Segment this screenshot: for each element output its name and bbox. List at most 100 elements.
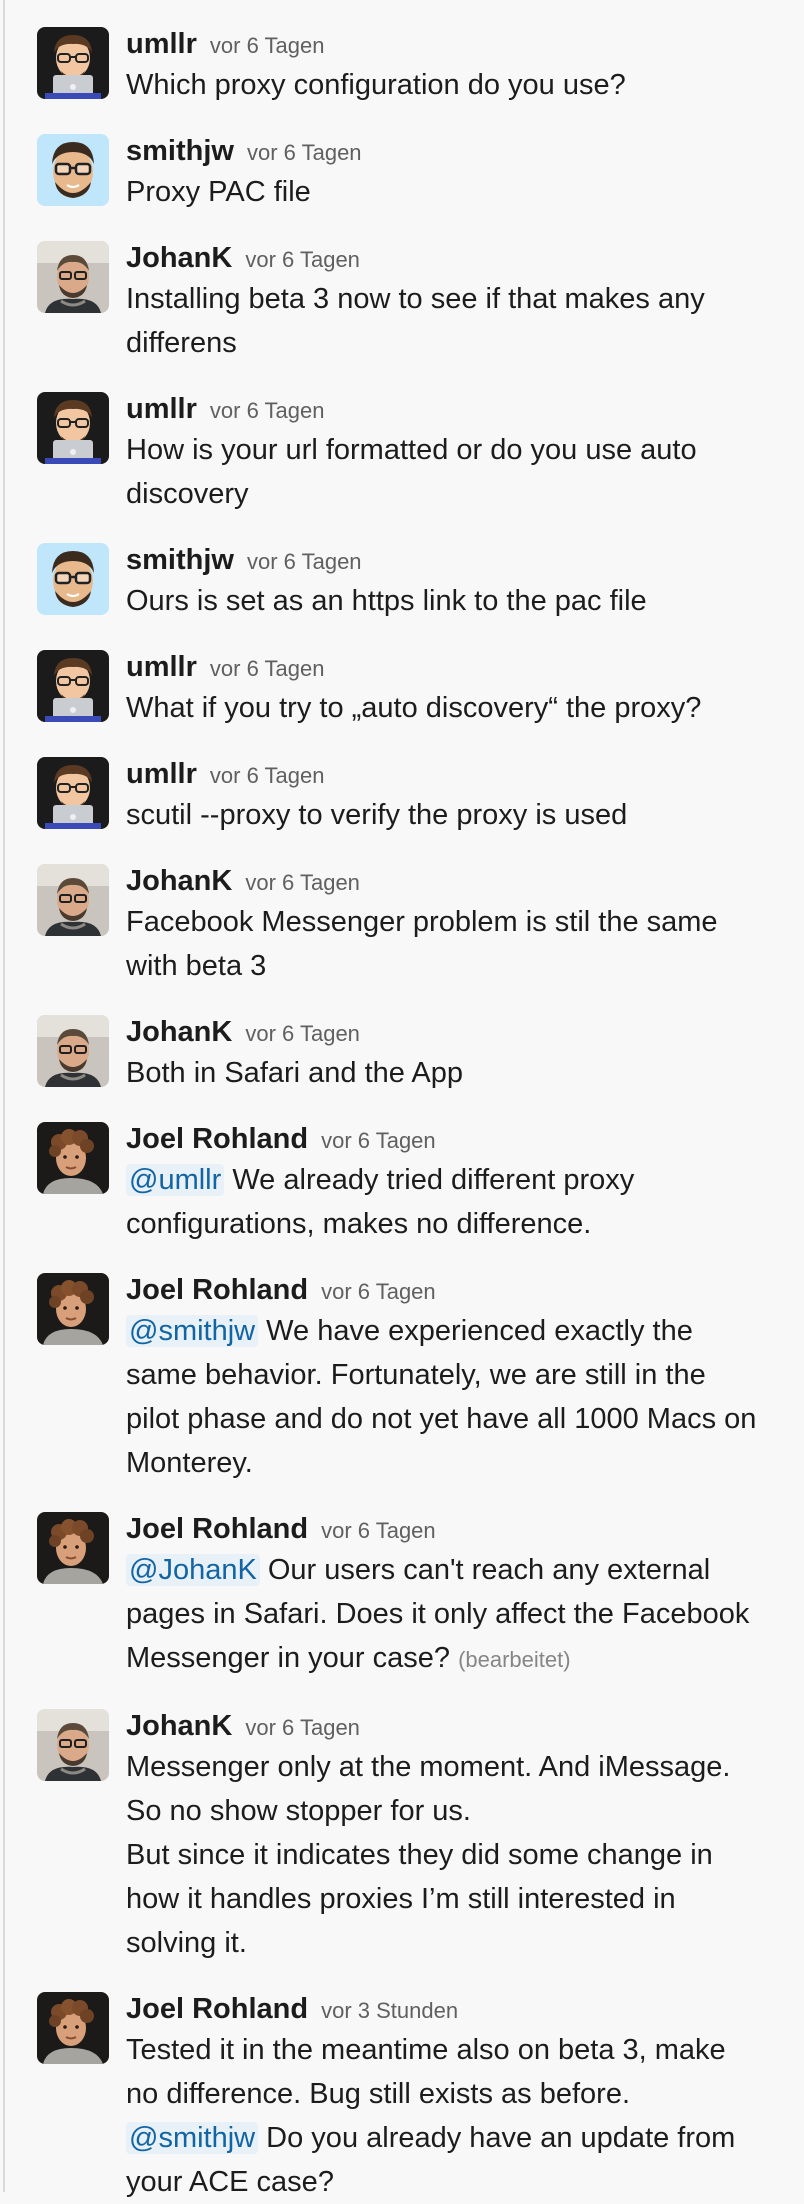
message-body: Joel Rohland vor 6 Tagen @umllr We already… (126, 1095, 784, 1246)
message-timestamp[interactable]: vor 6 Tagen (247, 140, 362, 165)
message-timestamp[interactable]: vor 6 Tagen (210, 763, 325, 788)
message-timestamp[interactable]: vor 6 Tagen (245, 1715, 360, 1740)
message-text: Facebook Messenger problem is stil the s… (126, 906, 718, 938)
message-item[interactable]: Joel Rohland vor 6 Tagen @smithjw We have … (0, 1246, 804, 1485)
avatar[interactable] (37, 864, 109, 936)
avatar[interactable] (37, 757, 109, 829)
author-name[interactable]: smithjw (126, 135, 234, 167)
user-mention[interactable]: @umllr (126, 1164, 225, 1196)
message-text: Which proxy configuration do you use? (126, 69, 626, 101)
message-item[interactable]: JohanK vor 6 Tagen Facebook Messenger prob… (0, 837, 804, 988)
avatar[interactable] (37, 650, 109, 722)
avatar[interactable] (37, 27, 109, 99)
message-timestamp[interactable]: vor 6 Tagen (210, 398, 325, 423)
message-text: discovery (126, 478, 249, 510)
message-timestamp[interactable]: vor 6 Tagen (247, 549, 362, 574)
message-timestamp[interactable]: vor 6 Tagen (210, 33, 325, 58)
avatar[interactable] (37, 392, 109, 464)
message-text: We have experienced exactly the (258, 1315, 693, 1347)
message-body: umllr vor 6 Tagen scutil --proxy to verify… (126, 730, 784, 837)
message-text: Both in Safari and the App (126, 1057, 463, 1089)
message-item[interactable]: Joel Rohland vor 6 Tagen @JohanK Our users… (0, 1485, 804, 1682)
author-name[interactable]: JohanK (126, 242, 232, 274)
message-item[interactable]: Joel Rohland vor 6 Tagen @umllr We already… (0, 1095, 804, 1246)
message-item[interactable]: smithjw vor 6 Tagen Proxy PAC file (0, 107, 804, 214)
message-timestamp[interactable]: vor 3 Stunden (321, 1998, 458, 2023)
author-name[interactable]: Joel Rohland (126, 1513, 308, 1545)
message-text-line: So no show stopper for us. (126, 1789, 784, 1833)
avatar[interactable] (37, 1512, 109, 1584)
author-name[interactable]: umllr (126, 28, 197, 60)
message-text: how it handles proxies I’m still interes… (126, 1883, 676, 1915)
user-mention[interactable]: @JohanK (126, 1554, 260, 1586)
message-header: Joel Rohland vor 6 Tagen (126, 1120, 784, 1158)
message-text-line: pages in Safari. Does it only affect the… (126, 1592, 784, 1636)
message-timestamp[interactable]: vor 6 Tagen (245, 870, 360, 895)
message-text-line: how it handles proxies I’m still interes… (126, 1877, 784, 1921)
avatar[interactable] (37, 1273, 109, 1345)
avatar[interactable] (37, 543, 109, 615)
avatar[interactable] (37, 1015, 109, 1087)
message-header: umllr vor 6 Tagen (126, 390, 784, 428)
message-text-line: scutil --proxy to verify the proxy is us… (126, 793, 784, 837)
avatar[interactable] (37, 1992, 109, 2064)
message-body: umllr vor 6 Tagen Which proxy configuratio… (126, 0, 784, 107)
message-text: Our users can't reach any external (259, 1554, 711, 1586)
author-name[interactable]: smithjw (126, 544, 234, 576)
author-name[interactable]: Joel Rohland (126, 1123, 308, 1155)
author-name[interactable]: umllr (126, 758, 197, 790)
message-text-line: Tested it in the meantime also on beta 3… (126, 2028, 784, 2072)
message-header: JohanK vor 6 Tagen (126, 239, 784, 277)
avatar[interactable] (37, 1709, 109, 1781)
avatar[interactable] (37, 134, 109, 206)
message-text: your ACE case? (126, 2166, 334, 2198)
message-text: Proxy PAC file (126, 176, 311, 208)
message-timestamp[interactable]: vor 6 Tagen (245, 247, 360, 272)
avatar[interactable] (37, 241, 109, 313)
message-timestamp[interactable]: vor 6 Tagen (321, 1128, 436, 1153)
message-timestamp[interactable]: vor 6 Tagen (245, 1021, 360, 1046)
message-item[interactable]: umllr vor 6 Tagen What if you try to „auto… (0, 623, 804, 730)
author-name[interactable]: JohanK (126, 1710, 232, 1742)
message-timestamp[interactable]: vor 6 Tagen (321, 1518, 436, 1543)
message-item[interactable]: umllr vor 6 Tagen scutil --proxy to verify… (0, 730, 804, 837)
message-header: Joel Rohland vor 3 Stunden (126, 1990, 784, 2028)
message-item[interactable]: umllr vor 6 Tagen Which proxy configuratio… (0, 0, 804, 107)
message-timestamp[interactable]: vor 6 Tagen (321, 1279, 436, 1304)
message-text: We already tried different proxy (224, 1164, 635, 1196)
message-item[interactable]: JohanK vor 6 Tagen Both in Safari and the … (0, 988, 804, 1095)
avatar[interactable] (37, 1122, 109, 1194)
author-name[interactable]: umllr (126, 393, 197, 425)
author-name[interactable]: umllr (126, 651, 197, 683)
message-body: umllr vor 6 Tagen How is your url formatte… (126, 365, 784, 516)
user-mention[interactable]: @smithjw (126, 2122, 259, 2154)
message-text-line: your ACE case? (126, 2160, 784, 2204)
message-body: Joel Rohland vor 3 Stunden Tested it in th… (126, 1965, 784, 2204)
message-text: differens (126, 327, 237, 359)
message-body: smithjw vor 6 Tagen Ours is set as an http… (126, 516, 784, 623)
message-text-line: pilot phase and do not yet have all 1000… (126, 1397, 784, 1441)
user-mention[interactable]: @smithjw (126, 1315, 259, 1347)
message-text: So no show stopper for us. (126, 1795, 471, 1827)
message-item[interactable]: JohanK vor 6 Tagen Installing beta 3 now t… (0, 214, 804, 365)
message-text-line: no difference. Bug still exists as befor… (126, 2072, 784, 2116)
message-text: pages in Safari. Does it only affect the… (126, 1598, 750, 1630)
message-body: JohanK vor 6 Tagen Both in Safari and the … (126, 988, 784, 1095)
message-body: JohanK vor 6 Tagen Installing beta 3 now t… (126, 214, 784, 365)
author-name[interactable]: Joel Rohland (126, 1993, 308, 2025)
message-item[interactable]: smithjw vor 6 Tagen Ours is set as an http… (0, 516, 804, 623)
message-text: Do you already have an update from (258, 2122, 736, 2154)
message-header: Joel Rohland vor 6 Tagen (126, 1271, 784, 1309)
message-text: Ours is set as an https link to the pac … (126, 585, 647, 617)
message-text-line: But since it indicates they did some cha… (126, 1833, 784, 1877)
message-text: with beta 3 (126, 950, 267, 982)
author-name[interactable]: Joel Rohland (126, 1274, 308, 1306)
message-item[interactable]: Joel Rohland vor 3 Stunden Tested it in th… (0, 1965, 804, 2204)
message-item[interactable]: umllr vor 6 Tagen How is your url formatte… (0, 365, 804, 516)
message-item[interactable]: JohanK vor 6 Tagen Messenger only at the m… (0, 1682, 804, 1965)
message-timestamp[interactable]: vor 6 Tagen (210, 656, 325, 681)
author-name[interactable]: JohanK (126, 1016, 232, 1048)
message-body: Joel Rohland vor 6 Tagen @JohanK Our users… (126, 1485, 784, 1682)
author-name[interactable]: JohanK (126, 865, 232, 897)
message-header: JohanK vor 6 Tagen (126, 862, 784, 900)
